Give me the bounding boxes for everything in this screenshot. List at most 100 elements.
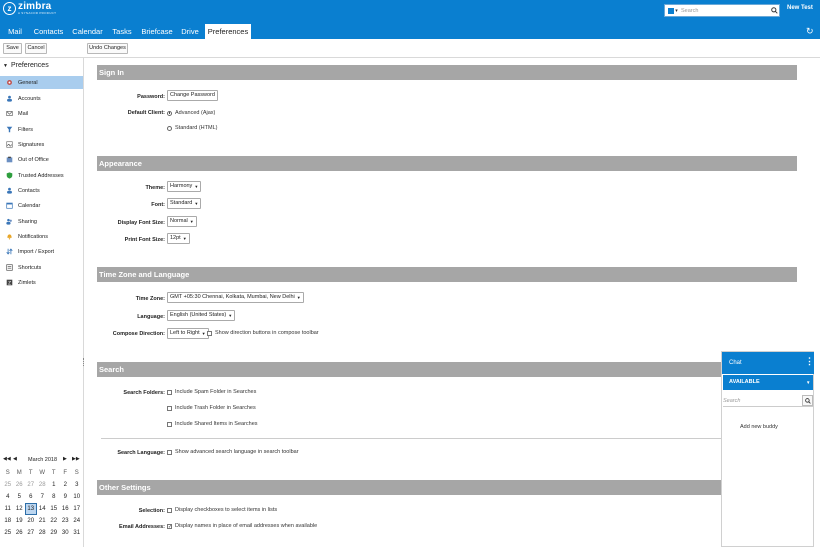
calendar-day[interactable]: 9 (60, 491, 72, 503)
calendar-day[interactable]: 22 (48, 515, 60, 527)
calendar-day[interactable]: 21 (37, 515, 49, 527)
search-button[interactable] (770, 6, 779, 15)
calendar-day[interactable]: 2 (60, 479, 72, 491)
calendar-day[interactable]: 17 (71, 503, 83, 515)
change-password-button[interactable]: Change Password (167, 90, 218, 101)
calendar-day[interactable]: 24 (71, 515, 83, 527)
calendar-day[interactable]: 14 (37, 503, 49, 515)
calendar-day[interactable]: 29 (48, 527, 60, 539)
search-scope-dropdown[interactable]: ▾ (665, 5, 681, 16)
show-direction-buttons-checkbox[interactable] (207, 330, 212, 336)
tab-calendar[interactable]: Calendar (71, 24, 104, 39)
display-checkboxes-checkbox[interactable] (167, 507, 172, 513)
sidebar-item-notifications[interactable]: Notifications (0, 230, 83, 243)
client-advanced-option[interactable]: Advanced (Ajax) (167, 110, 215, 116)
sidebar-item-import-export[interactable]: Import / Export (0, 245, 83, 258)
search-input[interactable] (681, 6, 770, 15)
sidebar-item-signatures[interactable]: Signatures (0, 138, 83, 151)
sidebar-item-sharing[interactable]: Sharing (0, 215, 83, 228)
calendar-day[interactable]: 18 (2, 515, 14, 527)
tab-briefcase[interactable]: Briefcase (139, 24, 175, 39)
chat-status-dropdown[interactable]: AVAILABLE ▼ (723, 375, 813, 390)
refresh-icon[interactable]: ↻ (806, 26, 814, 37)
font-select[interactable]: Standard ▼ (167, 198, 202, 209)
theme-select[interactable]: Harmony ▼ (167, 181, 202, 192)
calendar-day[interactable]: 3 (71, 479, 83, 491)
save-button[interactable]: Save (3, 43, 22, 54)
calendar-day[interactable]: 8 (48, 491, 60, 503)
tab-tasks[interactable]: Tasks (110, 24, 134, 39)
calendar-day[interactable]: 15 (48, 503, 60, 515)
sidebar-item-trusted-addresses[interactable]: Trusted Addresses (0, 169, 83, 182)
include-shared-checkbox[interactable] (167, 421, 172, 427)
sidebar-item-accounts[interactable]: Accounts (0, 92, 83, 105)
calendar-day[interactable]: 31 (71, 527, 83, 539)
sidebar-item-zimlets[interactable]: Z Zimlets (0, 276, 83, 289)
client-standard-option[interactable]: Standard (HTML) (167, 125, 218, 131)
calendar-day[interactable]: 7 (37, 491, 49, 503)
calendar-day[interactable]: 11 (2, 503, 14, 515)
sidebar-item-filters[interactable]: Filters (0, 123, 83, 136)
advanced-search-language-checkbox[interactable] (167, 449, 172, 455)
calendar-day[interactable]: 5 (14, 491, 26, 503)
sidebar-item-general[interactable]: General (0, 76, 83, 89)
calendar-day[interactable]: 6 (25, 491, 37, 503)
sidebar-item-shortcuts[interactable]: Shortcuts (0, 261, 83, 274)
display-checkboxes-option[interactable]: Display checkboxes to select items in li… (167, 507, 277, 513)
print-font-size-select[interactable]: 12pt ▼ (167, 233, 190, 244)
calendar-day[interactable]: 28 (37, 527, 49, 539)
tab-contacts[interactable]: Contacts (32, 24, 65, 39)
sidebar-item-out-of-office[interactable]: Out of Office (0, 153, 83, 166)
calendar-day[interactable]: 1 (48, 479, 60, 491)
calendar-day[interactable]: 26 (14, 479, 26, 491)
user-menu[interactable]: New Test (787, 5, 813, 11)
chat-search-input[interactable] (723, 395, 799, 406)
language-select[interactable]: English (United States) ▼ (167, 310, 236, 321)
display-names-checkbox[interactable]: ✓ (167, 523, 172, 529)
display-font-size-select[interactable]: Normal ▼ (167, 216, 197, 227)
calendar-day[interactable]: 16 (60, 503, 72, 515)
include-spam-checkbox[interactable] (167, 389, 172, 395)
tab-mail[interactable]: Mail (3, 24, 27, 39)
include-spam-option[interactable]: Include Spam Folder in Searches (167, 389, 256, 395)
prev-year-icon[interactable]: ◀◀ (3, 456, 11, 462)
calendar-day[interactable]: 12 (14, 503, 26, 515)
include-trash-option[interactable]: Include Trash Folder in Searches (167, 405, 256, 411)
sidebar-item-contacts[interactable]: Contacts (0, 184, 83, 197)
more-options-icon[interactable]: ⋮ (805, 357, 814, 366)
tab-preferences[interactable]: Preferences (205, 24, 251, 39)
chat-header[interactable]: Chat ⋮ (722, 352, 814, 374)
cancel-button[interactable]: Cancel (25, 43, 47, 54)
next-month-icon[interactable]: ▶ (63, 456, 67, 462)
preferences-tree-header[interactable]: ▼ Preferences (3, 62, 49, 69)
calendar-day[interactable]: 26 (14, 527, 26, 539)
add-new-buddy-link[interactable]: Add new buddy (740, 424, 778, 430)
chat-search-button[interactable] (802, 395, 813, 406)
calendar-day[interactable]: 23 (60, 515, 72, 527)
calendar-day[interactable]: 19 (14, 515, 26, 527)
compose-direction-select[interactable]: Left to Right ▼ (167, 328, 209, 339)
radio-advanced[interactable] (167, 110, 172, 116)
next-year-icon[interactable]: ▶▶ (72, 456, 80, 462)
prev-month-icon[interactable]: ◀ (13, 456, 17, 462)
radio-standard[interactable] (167, 125, 172, 131)
show-direction-buttons-option[interactable]: Show direction buttons in compose toolba… (207, 330, 319, 336)
include-trash-checkbox[interactable] (167, 405, 172, 411)
advanced-search-language-option[interactable]: Show advanced search language in search … (167, 449, 299, 455)
tab-drive[interactable]: Drive (179, 24, 201, 39)
sidebar-item-calendar[interactable]: Calendar (0, 199, 83, 212)
calendar-day[interactable]: 4 (2, 491, 14, 503)
calendar-day[interactable]: 20 (25, 515, 37, 527)
display-names-option[interactable]: ✓ Display names in place of email addres… (167, 523, 317, 529)
calendar-day[interactable]: 27 (25, 479, 37, 491)
calendar-day[interactable]: 10 (71, 491, 83, 503)
calendar-day[interactable]: 13 (25, 503, 37, 515)
sidebar-item-mail[interactable]: Mail (0, 107, 83, 120)
include-shared-option[interactable]: Include Shared Items in Searches (167, 421, 258, 427)
time-zone-select[interactable]: GMT +05:30 Chennai, Kolkata, Mumbai, New… (167, 292, 304, 303)
calendar-day[interactable]: 25 (2, 527, 14, 539)
calendar-day[interactable]: 27 (25, 527, 37, 539)
collapse-triangle-icon[interactable]: ▼ (3, 63, 8, 69)
calendar-day[interactable]: 30 (60, 527, 72, 539)
calendar-day[interactable]: 28 (37, 479, 49, 491)
